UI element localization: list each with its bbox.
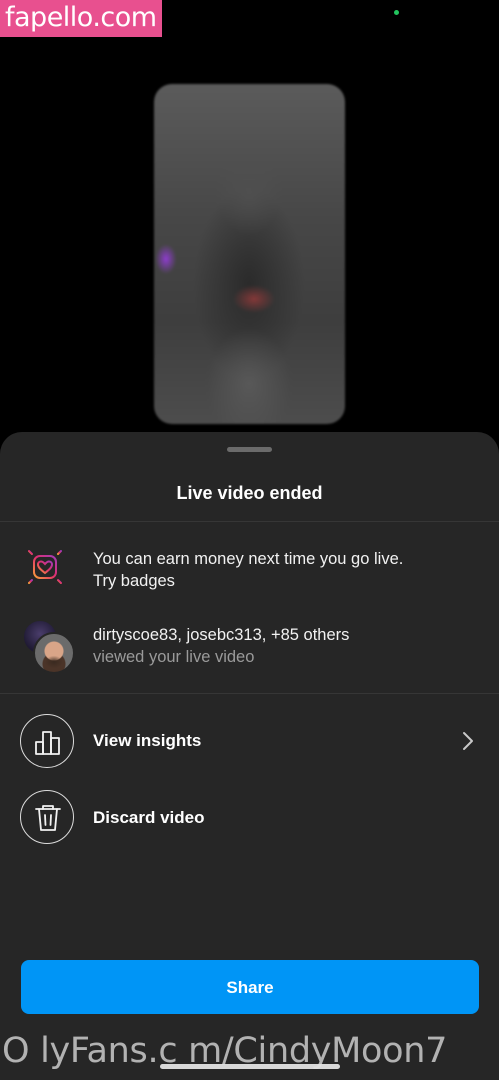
discard-icon-circle[interactable] [20, 790, 74, 844]
sheet-title: Live video ended [176, 483, 323, 503]
sheet-grabber[interactable] [227, 447, 272, 452]
viewer-names: dirtyscoe83, josebc313, +85 others [93, 626, 350, 644]
try-badges-text: Try badges [93, 572, 175, 590]
live-video-preview[interactable] [154, 84, 345, 424]
insights-icon-circle[interactable] [20, 714, 74, 768]
live-ended-sheet: Live video ended You can earn money next… [0, 432, 499, 1080]
divider [0, 521, 499, 522]
viewers-row[interactable]: dirtyscoe83, josebc313, +85 others viewe… [93, 624, 349, 668]
trash-icon [35, 805, 61, 831]
viewer-avatars [22, 619, 76, 674]
screen: fapello.com Live video ended You can ear… [0, 0, 499, 1080]
share-button[interactable]: Share [21, 960, 479, 1014]
viewed-label: viewed your live video [93, 648, 255, 666]
avatar [33, 632, 75, 674]
watermark-url: O lyFans.c m/CindyMoon7 [2, 1031, 448, 1071]
chevron-right-icon[interactable] [459, 730, 477, 752]
discard-video-button[interactable]: Discard video [93, 808, 205, 828]
badges-row[interactable]: You can earn money next time you go live… [93, 548, 403, 592]
badge-heart-icon [21, 543, 69, 591]
camera-indicator-dot [394, 10, 399, 15]
view-insights-button[interactable]: View insights [93, 731, 201, 751]
bar-chart-icon [35, 731, 60, 755]
divider [0, 693, 499, 694]
badges-text: You can earn money next time you go live… [93, 550, 404, 568]
watermark-logo: fapello.com [0, 0, 162, 37]
